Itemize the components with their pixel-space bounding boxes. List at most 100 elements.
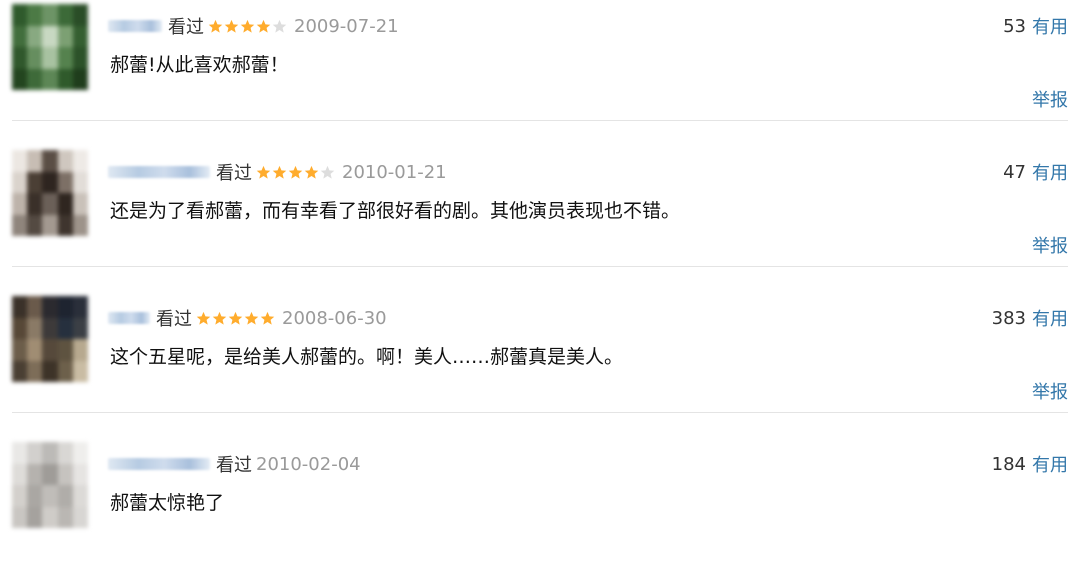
star-icon	[256, 165, 271, 179]
avatar-pixel	[42, 214, 59, 236]
comment-date: 2009-07-21	[294, 15, 399, 37]
avatar-pixel	[42, 150, 59, 172]
comment-meta: 看过 2010-01-21	[108, 159, 447, 185]
rating-stars	[208, 19, 288, 34]
avatar-pixel	[42, 47, 59, 69]
watched-status: 看过	[216, 163, 252, 184]
avatar-pixel	[57, 485, 74, 507]
avatar-pixel	[27, 25, 44, 48]
avatar-pixel	[57, 339, 74, 361]
avatar-pixel	[42, 4, 59, 26]
star-icon	[212, 311, 227, 325]
avatar-pixel	[72, 214, 88, 236]
avatar-pixel	[42, 317, 59, 340]
comment-text: 这个五星呢，是给美人郝蕾的。啊！美人……郝蕾真是美人。	[110, 346, 624, 368]
comment-text: 郝蕾太惊艳了	[110, 492, 225, 514]
username-blurred[interactable]	[108, 20, 162, 32]
avatar-pixel	[42, 506, 59, 528]
avatar-pixel	[27, 296, 44, 318]
vote-area: 184 有用	[992, 451, 1068, 477]
divider	[12, 120, 1068, 121]
username-blurred[interactable]	[108, 458, 210, 470]
avatar-pixel	[42, 68, 59, 90]
vote-count: 184	[991, 453, 1026, 475]
avatar-pixel	[27, 506, 44, 528]
comment-meta: 看过 2010-02-04	[108, 451, 361, 477]
avatar-pixel	[57, 214, 74, 236]
avatar-pixel	[42, 485, 59, 507]
avatar-pixel	[12, 339, 28, 361]
rating-stars	[196, 311, 276, 326]
avatar-pixel	[42, 193, 59, 215]
divider	[12, 412, 1068, 413]
star-icon	[260, 311, 275, 325]
username-blurred[interactable]	[108, 166, 210, 178]
avatar-pixel	[27, 171, 44, 194]
watched-status: 看过	[216, 455, 252, 476]
report-link[interactable]: 举报	[1032, 232, 1068, 258]
avatar-pixel	[72, 506, 88, 528]
avatar-pixel	[12, 47, 28, 69]
avatar[interactable]	[12, 150, 88, 236]
star-icon	[304, 165, 319, 179]
report-link[interactable]: 举报	[1032, 86, 1068, 112]
avatar-pixel	[72, 442, 88, 464]
avatar-pixel	[42, 360, 59, 382]
divider	[12, 266, 1068, 267]
star-icon	[320, 165, 335, 179]
avatar-pixel	[42, 25, 59, 48]
star-icon	[256, 19, 271, 33]
avatar-pixel	[72, 296, 88, 318]
avatar-pixel	[72, 485, 88, 507]
avatar-pixel	[57, 296, 74, 318]
avatar[interactable]	[12, 296, 88, 382]
useful-button[interactable]: 有用	[1032, 451, 1068, 477]
star-icon	[272, 19, 287, 33]
avatar-pixel	[12, 360, 28, 382]
avatar-pixel	[72, 150, 88, 172]
avatar-pixel	[27, 68, 44, 90]
avatar[interactable]	[12, 4, 88, 90]
avatar-pixel	[57, 317, 74, 340]
star-icon	[272, 165, 287, 179]
avatar-pixel	[12, 4, 28, 26]
avatar[interactable]	[12, 442, 88, 528]
comment-meta: 看过 2008-06-30	[108, 305, 387, 331]
avatar-pixel	[12, 463, 28, 486]
avatar-pixel	[27, 442, 44, 464]
avatar-pixel	[27, 214, 44, 236]
star-icon	[228, 311, 243, 325]
avatar-pixel	[12, 317, 28, 340]
vote-area: 47 有用	[1003, 159, 1068, 185]
watched-status: 看过	[168, 17, 204, 38]
useful-button[interactable]: 有用	[1032, 13, 1068, 39]
comment-text: 郝蕾!从此喜欢郝蕾！	[110, 54, 289, 76]
avatar-pixel	[42, 171, 59, 194]
vote-area: 53 有用	[1003, 13, 1068, 39]
avatar-pixel	[72, 360, 88, 382]
useful-button[interactable]: 有用	[1032, 305, 1068, 331]
avatar-pixel	[72, 339, 88, 361]
comment-date: 2010-02-04	[256, 453, 361, 475]
avatar-pixel	[57, 463, 74, 486]
avatar-pixel	[57, 171, 74, 194]
vote-count: 383	[991, 307, 1026, 329]
username-blurred[interactable]	[108, 312, 150, 324]
report-link[interactable]: 举报	[1032, 378, 1068, 404]
avatar-pixel	[12, 214, 28, 236]
avatar-pixel	[27, 485, 44, 507]
star-icon	[196, 311, 211, 325]
avatar-pixel	[27, 360, 44, 382]
avatar-pixel	[27, 150, 44, 172]
avatar-pixel	[57, 47, 74, 69]
useful-button[interactable]: 有用	[1032, 159, 1068, 185]
star-icon	[288, 165, 303, 179]
comment-item: 看过 2009-07-21 53 有用 郝蕾!从此喜欢郝蕾！ 举报	[0, 0, 1080, 146]
rating-stars	[256, 165, 336, 180]
comment-date: 2010-01-21	[342, 161, 447, 183]
avatar-pixel	[12, 506, 28, 528]
avatar-pixel	[57, 4, 74, 26]
avatar-pixel	[72, 193, 88, 215]
comment-text: 还是为了看郝蕾，而有幸看了部很好看的剧。其他演员表现也不错。	[110, 200, 681, 222]
avatar-pixel	[12, 25, 28, 48]
